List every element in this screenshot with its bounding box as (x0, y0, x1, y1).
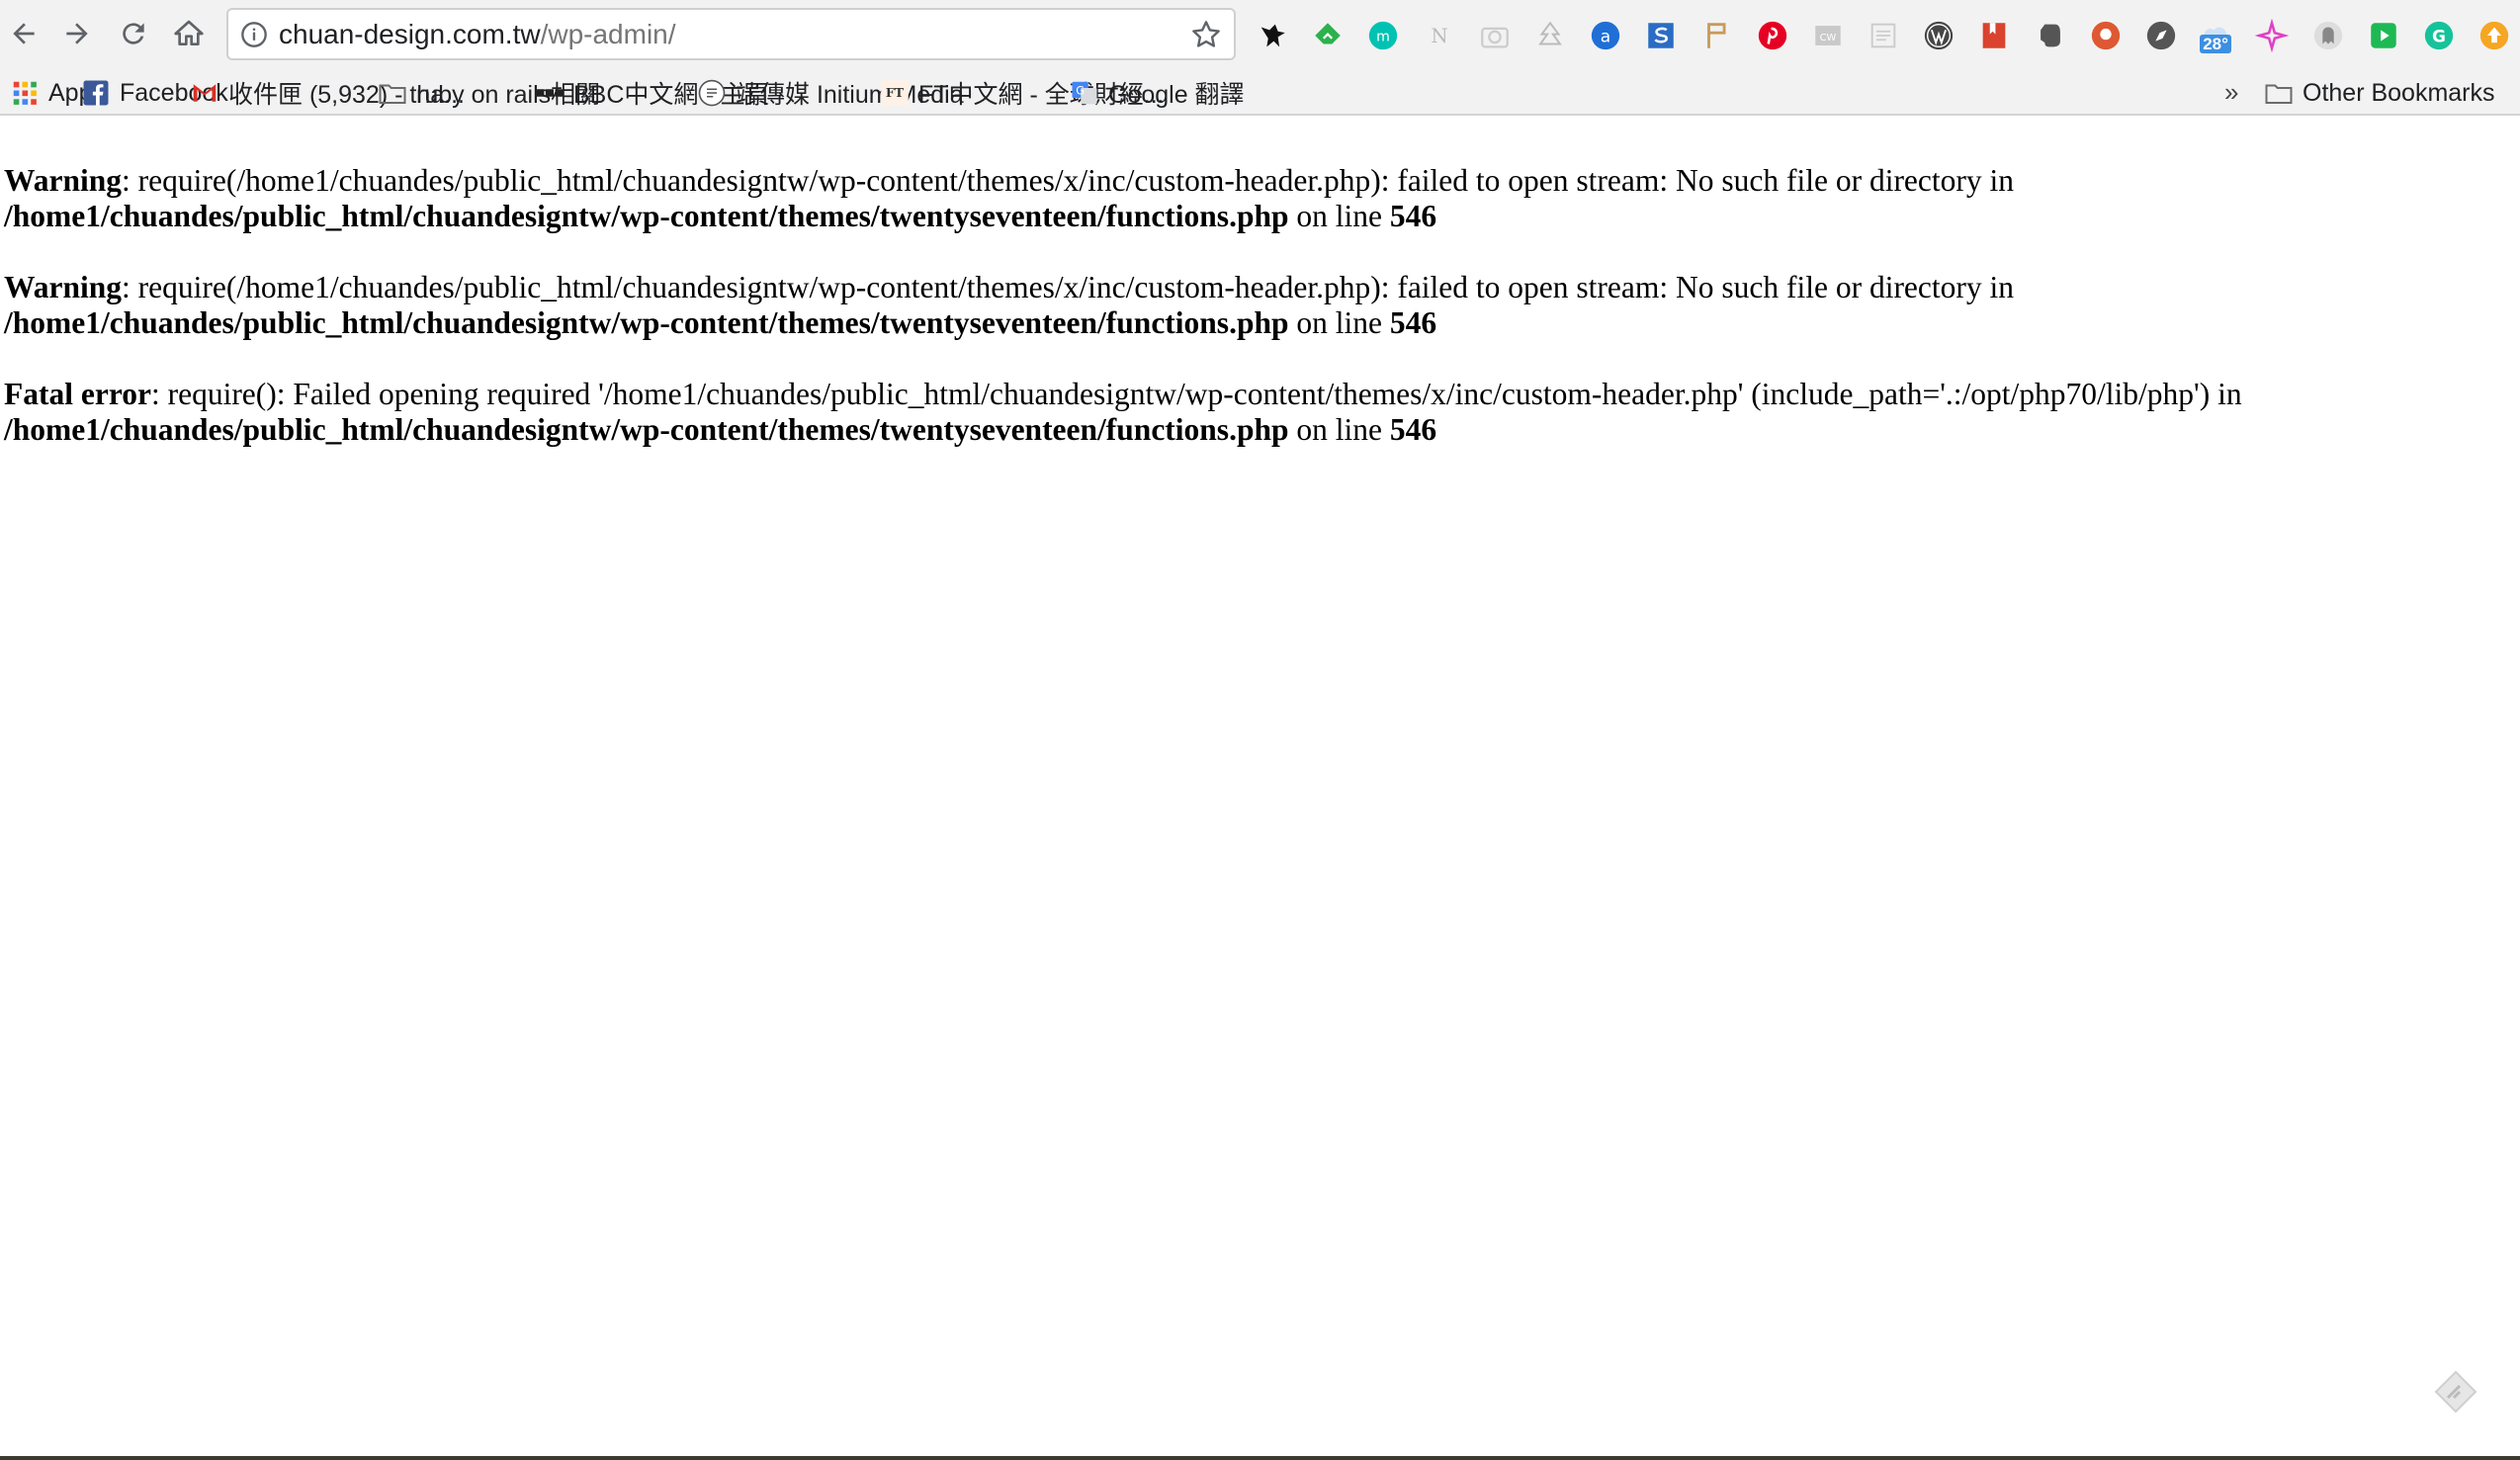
apps-grid-icon (10, 78, 40, 108)
bbc-icon (535, 78, 565, 108)
other-bookmarks-folder[interactable]: Other Bookmarks (2264, 71, 2495, 115)
error-file: /home1/chuandes/public_html/chuandesignt… (4, 199, 1289, 233)
camera-ext-icon[interactable] (1476, 17, 1514, 54)
home-icon[interactable] (169, 14, 209, 53)
shutterstock-ext-icon[interactable] (1642, 17, 1680, 54)
duckduckgo-ext-icon[interactable] (2087, 17, 2125, 54)
error-line-text: on line (1288, 199, 1390, 233)
svg-text:m: m (1376, 30, 1390, 45)
weather-ext-icon[interactable]: 28° (2198, 17, 2235, 54)
url-text[interactable]: chuan-design.com.tw/wp-admin/ (279, 10, 676, 58)
pinterest-ext-icon[interactable] (1754, 17, 1791, 54)
nightcrawler-ext-icon[interactable] (1254, 17, 1291, 54)
reload-icon[interactable] (114, 14, 153, 53)
extensions-tray: m Na CW 28° G (1254, 14, 2520, 57)
wordpress-ext-icon[interactable] (1920, 17, 1957, 54)
evernote-ext-icon[interactable] (2032, 17, 2069, 54)
url-host: chuan-design.com.tw (279, 19, 541, 49)
sparkle-ext-icon[interactable] (2253, 17, 2291, 54)
bookmark-item[interactable]: G Google 翻譯 (1070, 71, 1245, 115)
error-line-text: on line (1288, 305, 1390, 340)
bookmarks-bar: Apps Facebook 收件匣 (5,932) - tha... ruby on … (0, 71, 2520, 115)
error-line-number: 546 (1389, 305, 1437, 340)
compass-ext-icon[interactable] (2142, 17, 2180, 54)
info-icon[interactable] (240, 21, 268, 48)
error-line-text: on line (1288, 412, 1390, 447)
url-path: /wp-admin/ (540, 19, 676, 49)
bookmark-star-icon[interactable] (1190, 19, 1222, 50)
notion-ext-icon[interactable]: N (1421, 17, 1458, 54)
error-text: : require(/home1/chuandes/public_html/ch… (122, 270, 2015, 304)
pin-flag-ext-icon[interactable] (1698, 17, 1736, 54)
error-message-1: Warning: require(/home1/chuandes/public_… (4, 163, 2495, 234)
page-content: Warning: require(/home1/chuandes/public_… (4, 163, 2495, 483)
weather-temp: 28° (2200, 35, 2231, 53)
error-line-number: 546 (1389, 412, 1437, 447)
feedback-icon[interactable] (2432, 1368, 2479, 1416)
window-bottom-edge (0, 1456, 2520, 1460)
error-file: /home1/chuandes/public_html/chuandesignt… (4, 412, 1289, 447)
cw-ext-icon[interactable]: CW (1809, 17, 1847, 54)
upload-ext-icon[interactable] (2476, 17, 2513, 54)
error-text: : require(/home1/chuandes/public_html/ch… (122, 163, 2015, 198)
back-icon[interactable] (4, 14, 43, 53)
gmail-icon (190, 78, 219, 108)
ft-icon: FT (880, 78, 910, 108)
google-translate-icon: G (1070, 78, 1099, 108)
address-bar[interactable]: chuan-design.com.tw/wp-admin/ (226, 8, 1236, 60)
svg-text:FT: FT (886, 85, 905, 100)
svg-text:a: a (1601, 27, 1610, 46)
bookmark-label: Google 翻譯 (1108, 81, 1245, 109)
svg-text:G: G (2432, 27, 2446, 46)
error-text: : require(): Failed opening required '/h… (150, 377, 2242, 411)
svg-text:G: G (1076, 84, 1085, 97)
browser-toolbar: chuan-design.com.tw/wp-admin/ m Na CW 28° G (0, 0, 2520, 71)
play-ext-icon[interactable] (2365, 17, 2402, 54)
folder-icon (2264, 78, 2294, 108)
initium-icon (697, 78, 727, 108)
error-type: Fatal error (4, 377, 151, 411)
folder-icon (378, 78, 407, 108)
forward-icon[interactable] (57, 14, 97, 53)
error-file: /home1/chuandes/public_html/chuandesignt… (4, 305, 1289, 340)
tree-ext-icon[interactable] (1531, 17, 1569, 54)
grammarly-ext-icon[interactable]: G (2420, 17, 2458, 54)
error-message-3: Fatal error: require(): Failed opening r… (4, 377, 2495, 448)
error-type: Warning (4, 163, 123, 198)
facebook-icon (81, 78, 111, 108)
amazon-assistant-ext-icon[interactable]: a (1587, 17, 1624, 54)
svg-text:CW: CW (1820, 33, 1837, 43)
error-message-2: Warning: require(/home1/chuandes/public_… (4, 270, 2495, 341)
reader-ext-icon[interactable] (1865, 17, 1902, 54)
bookmark-red-ext-icon[interactable] (1975, 17, 2013, 54)
svg-text:N: N (1431, 25, 1447, 47)
other-bookmarks-label: Other Bookmarks (2303, 78, 2495, 107)
error-type: Warning (4, 270, 123, 304)
ghostery-ext-icon[interactable] (2309, 17, 2347, 54)
medium-ext-icon[interactable]: m (1364, 17, 1402, 54)
error-line-number: 546 (1389, 199, 1437, 233)
bookmarks-overflow-button[interactable]: » (2224, 71, 2238, 115)
browser-chrome: chuan-design.com.tw/wp-admin/ m Na CW 28° G … (0, 0, 2520, 116)
feedly-ext-icon[interactable] (1309, 17, 1347, 54)
